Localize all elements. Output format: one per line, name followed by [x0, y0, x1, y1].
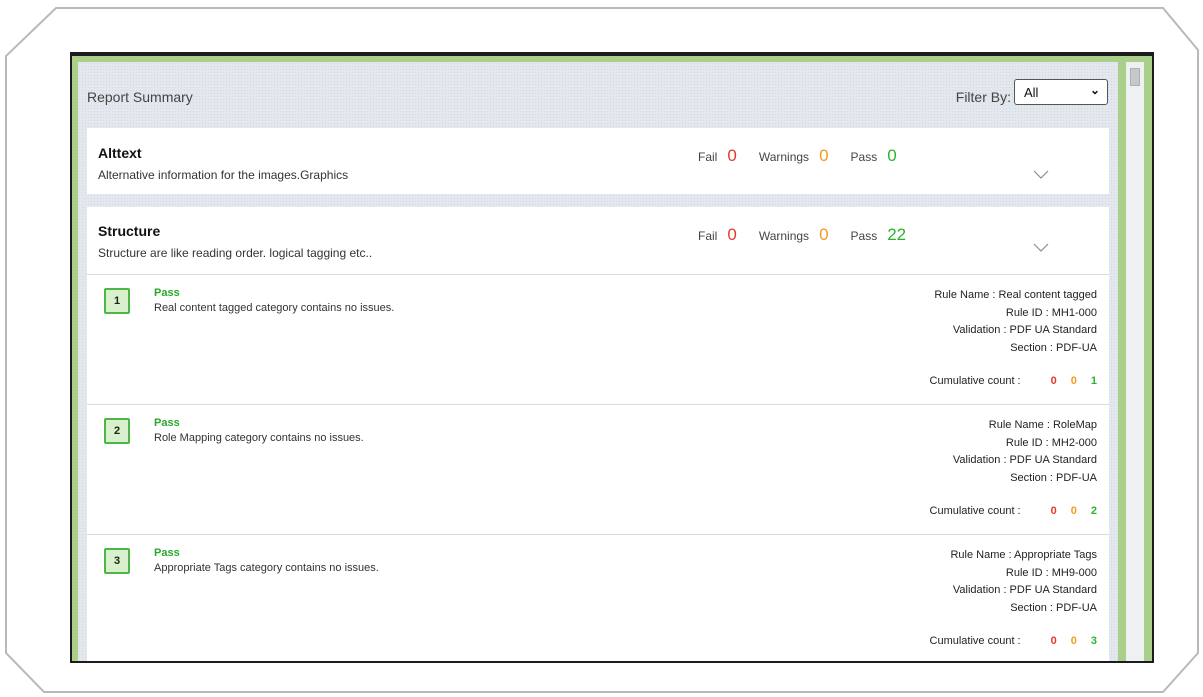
cumulative-warnings: 0 [1070, 635, 1077, 647]
report-header: Report Summary Filter By: All ⌄ [78, 62, 1118, 122]
fail-count: 0 [727, 146, 737, 165]
rule-description: Role Mapping category contains no issues… [154, 432, 364, 444]
filter-label: Filter By: [955, 89, 1011, 105]
cumulative-label: Cumulative count : [929, 375, 1021, 387]
chevron-down-icon: ⌄ [1089, 83, 1100, 97]
cumulative-count: Cumulative count : 0 0 2 [930, 505, 1097, 517]
report-title: Report Summary [87, 89, 193, 105]
rule-section: Section : PDF-UA [1010, 601, 1097, 614]
rule-validation: Validation : PDF UA Standard [952, 324, 1097, 336]
filter-value: All [1024, 85, 1039, 100]
rule-section: Section : PDF-UA [1010, 341, 1097, 354]
cumulative-fail: 0 [1050, 375, 1057, 387]
report-window: Report Summary Filter By: All ⌄ Alttext … [70, 52, 1154, 663]
rule-section: Section : PDF-UA [1010, 471, 1097, 484]
rule-number-badge: 2 [104, 418, 130, 444]
cumulative-warnings: 0 [1070, 375, 1077, 387]
rule-row: 2 Pass Role Mapping category contains no… [87, 404, 1109, 536]
cumulative-fail: 0 [1050, 635, 1057, 647]
pass-count: 0 [887, 146, 897, 165]
rule-meta: Rule Name : Appropriate Tags Rule ID : M… [950, 547, 1097, 617]
warnings-count: 0 [819, 146, 829, 165]
filter-select[interactable]: All ⌄ [1014, 79, 1108, 105]
warnings-count: 0 [819, 225, 829, 244]
rule-meta: Rule Name : RoleMap Rule ID : MH2-000 Va… [953, 417, 1097, 487]
rule-name: Rule Name : Appropriate Tags [950, 549, 1097, 561]
warnings-label: Warnings [758, 150, 810, 164]
rule-status: Pass [154, 547, 180, 559]
cumulative-warnings: 0 [1070, 505, 1077, 517]
rule-id: Rule ID : MH1-000 [1005, 306, 1097, 319]
category-stats: Fail 0 Warnings 0 Pass 22 [698, 225, 928, 245]
vertical-scrollbar[interactable] [1126, 62, 1144, 661]
cumulative-count: Cumulative count : 0 0 3 [930, 635, 1097, 647]
rule-status: Pass [154, 417, 180, 429]
category-stats: Fail 0 Warnings 0 Pass 0 [698, 146, 919, 166]
cumulative-label: Cumulative count : [929, 635, 1021, 647]
category-card-alttext[interactable]: Alttext Alternative information for the … [87, 128, 1109, 194]
pass-count: 22 [887, 225, 907, 244]
rule-id: Rule ID : MH9-000 [1005, 566, 1097, 579]
cumulative-label: Cumulative count : [929, 505, 1021, 517]
cumulative-pass: 2 [1090, 505, 1097, 517]
rule-name: Rule Name : RoleMap [988, 419, 1097, 431]
rule-number-badge: 1 [104, 288, 130, 314]
rule-number-badge: 3 [104, 548, 130, 574]
category-title: Structure [98, 223, 161, 239]
chevron-down-icon[interactable] [1033, 170, 1049, 180]
pass-label: Pass [850, 229, 878, 243]
rule-name: Rule Name : Real content tagged [934, 289, 1097, 301]
category-description: Alternative information for the images.G… [98, 168, 349, 182]
category-description: Structure are like reading order. logica… [98, 246, 373, 260]
category-title: Alttext [98, 145, 142, 161]
rule-validation: Validation : PDF UA Standard [952, 454, 1097, 466]
rule-row: 3 Pass Appropriate Tags category contain… [87, 534, 1109, 661]
pass-label: Pass [850, 150, 878, 164]
fail-label: Fail [698, 229, 718, 243]
cumulative-count: Cumulative count : 0 0 1 [930, 375, 1097, 387]
cumulative-fail: 0 [1050, 505, 1057, 517]
chevron-down-icon[interactable] [1033, 243, 1049, 253]
fail-label: Fail [698, 150, 718, 164]
scrollbar-thumb[interactable] [1130, 68, 1140, 86]
fail-count: 0 [727, 225, 737, 244]
cumulative-pass: 3 [1090, 635, 1097, 647]
report-panel: Report Summary Filter By: All ⌄ Alttext … [78, 62, 1118, 661]
warnings-label: Warnings [758, 229, 810, 243]
rule-description: Real content tagged category contains no… [154, 302, 395, 314]
rule-id: Rule ID : MH2-000 [1005, 436, 1097, 449]
cumulative-pass: 1 [1090, 375, 1097, 387]
category-card-structure[interactable]: Structure Structure are like reading ord… [87, 207, 1109, 275]
rule-status: Pass [154, 287, 180, 299]
rule-validation: Validation : PDF UA Standard [952, 584, 1097, 596]
rule-description: Appropriate Tags category contains no is… [154, 562, 379, 574]
rule-row: 1 Pass Real content tagged category cont… [87, 274, 1109, 406]
rule-meta: Rule Name : Real content tagged Rule ID … [934, 287, 1097, 357]
